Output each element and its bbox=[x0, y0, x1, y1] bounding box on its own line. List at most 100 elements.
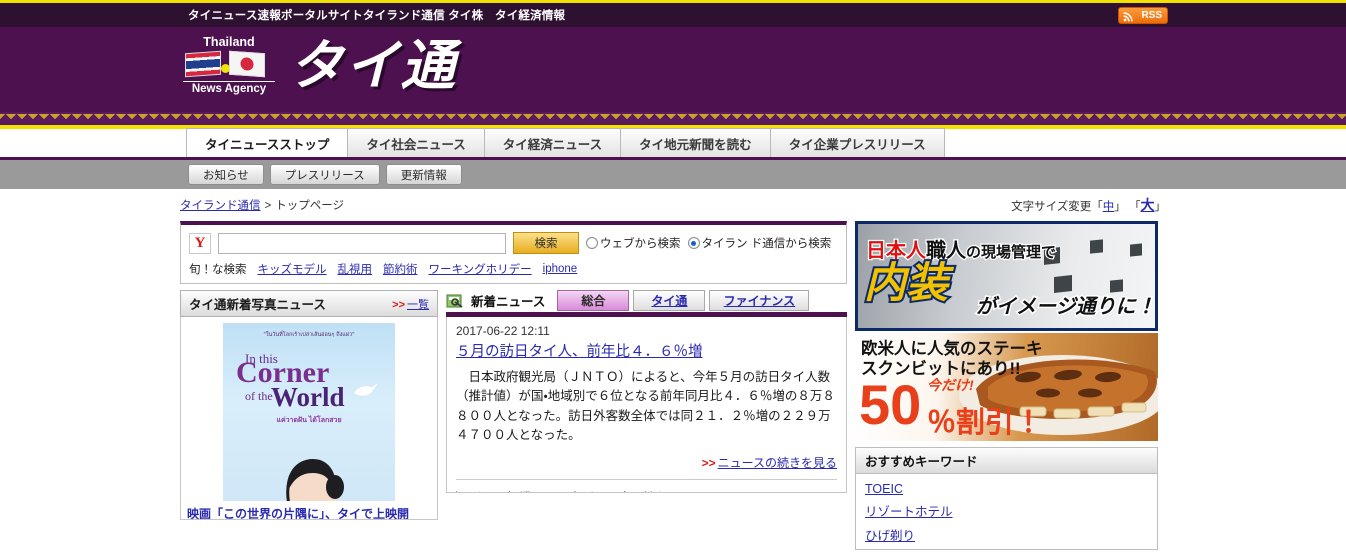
article-headline-link[interactable]: ５月の訪日タイ人、前年比４．６％増 bbox=[456, 340, 837, 361]
latest-news-panel: 新着ニュース 総合 タイ通 ファイナンス 2017-06-22 12:11 ５月… bbox=[446, 290, 847, 520]
content-columns: Y 検索 ウェブから検索 タイラン ド通信から検索 旬！な検索 キッズモデル 乱… bbox=[180, 221, 1166, 550]
search-scope-web-label: ウェブから検索 bbox=[600, 238, 681, 250]
right-column: 日本人職人の現場管理で 内装 がイメージ通りに！ 欧米人に人気のステーキ スクン… bbox=[855, 221, 1158, 550]
poster-thai-top: "ในวันที่โลกเร้าเปล่าเส้นอ่อนๆ ถึงแผ่ว" bbox=[263, 332, 355, 338]
quote-close-1: 」 bbox=[1114, 201, 1126, 213]
nav-tab-3[interactable]: タイ地元新聞を読む bbox=[620, 128, 771, 157]
hot-keyword-4[interactable]: iphone bbox=[543, 263, 578, 275]
font-size-medium-link[interactable]: 中 bbox=[1103, 201, 1115, 213]
subnav-button-press-release[interactable]: プレスリリース bbox=[269, 164, 380, 185]
radio-web-icon[interactable] bbox=[586, 237, 598, 249]
keyword-link-1[interactable]: リゾートホテル bbox=[865, 501, 1148, 520]
poster-line-4: World bbox=[271, 382, 345, 412]
font-size-control: 文字サイズ変更「中」 「大」 bbox=[1011, 195, 1166, 215]
news-list-item[interactable]: バーツ相場：ドル高バーツ安の流れ bbox=[456, 487, 837, 493]
article-body: 日本政府観光局（ＪＮＴＯ）によると、今年５月の訪日タイ人数（推計値）が国・地域別… bbox=[456, 370, 835, 443]
search-row: Y 検索 ウェブから検索 タイラン ド通信から検索 bbox=[189, 232, 838, 254]
rss-label: RSS bbox=[1141, 10, 1162, 21]
agency-name-bottom: News Agency bbox=[183, 81, 275, 96]
news-divider bbox=[456, 478, 837, 480]
rss-icon bbox=[1123, 12, 1133, 22]
hot-keyword-0[interactable]: キッズモデル bbox=[258, 261, 327, 277]
ad1-line-2: 内装 bbox=[862, 259, 950, 306]
article-more-row: >> ニュースの続きを見る bbox=[456, 454, 837, 471]
latest-news-body: 2017-06-22 12:11 ５月の訪日タイ人、前年比４．６％増 日本政府観… bbox=[446, 317, 847, 493]
search-scope-web[interactable]: ウェブから検索 bbox=[586, 235, 681, 251]
quote-open-1: 「 bbox=[1091, 201, 1103, 213]
article-more-arrows-icon: >> bbox=[701, 455, 716, 470]
nav-tab-4[interactable]: タイ企業プレスリリース bbox=[769, 128, 945, 157]
bullet-triangle-icon bbox=[456, 491, 463, 492]
panels-row: タイ通新着写真ニュース >> 一覧 "ในวันที่โลกเร้าเปล่าเส… bbox=[180, 290, 847, 520]
page-content: タイランド通信 > トップページ 文字サイズ変更「中」 「大」 Y 検索 ウェブから… bbox=[0, 189, 1346, 550]
search-button[interactable]: 検索 bbox=[513, 232, 579, 254]
latest-news-title: 新着ニュース bbox=[471, 295, 546, 309]
ad2-percent-label: ％割引！ bbox=[927, 407, 1044, 439]
nav-tab-0[interactable]: タイニュースストップ bbox=[186, 128, 349, 157]
ad-banner-steak[interactable]: 欧米人に人気のステーキ スクンビットにあり!! 50 今だけ! ％割引！ bbox=[855, 333, 1158, 441]
subnav-button-updates[interactable]: 更新情報 bbox=[385, 164, 462, 185]
hot-keyword-3[interactable]: ワーキングホリデー bbox=[429, 261, 532, 277]
site-logo[interactable]: Thailand News Agency タイ通 bbox=[183, 35, 457, 97]
main-navigation: タイニュースストップ タイ社会ニュース タイ経済ニュース タイ地元新聞を読む タ… bbox=[0, 128, 1346, 160]
font-size-large-link[interactable]: 大 bbox=[1141, 197, 1155, 213]
news-list-item-label: バーツ相場：ドル高バーツ安の流れ bbox=[469, 487, 669, 493]
quote-open-2: 「 bbox=[1129, 201, 1141, 213]
newspaper-icon bbox=[446, 294, 463, 308]
thailand-flag-icon bbox=[185, 51, 221, 78]
search-scope-site[interactable]: タイラン ド通信から検索 bbox=[687, 235, 831, 251]
flags-group bbox=[183, 50, 275, 80]
movie-poster-image[interactable]: "ในวันที่โลกเร้าเปล่าเส้นอ่อนๆ ถึงแผ่ว" … bbox=[223, 323, 395, 501]
quote-close-2: 」 bbox=[1154, 201, 1167, 213]
news-tab-taitsu[interactable]: タイ通 bbox=[633, 290, 706, 311]
breadcrumb-root-link[interactable]: タイランド通信 bbox=[180, 200, 261, 212]
hot-keyword-1[interactable]: 乱視用 bbox=[338, 261, 373, 277]
recommended-keywords-box: おすすめキーワード TOEIC リゾートホテル ひげ剃り bbox=[855, 447, 1158, 550]
photo-news-panel: タイ通新着写真ニュース >> 一覧 "ในวันที่โลกเร้าเปล่าเส… bbox=[180, 290, 438, 520]
recommended-keywords-list: TOEIC リゾートホテル ひげ剃り bbox=[856, 474, 1157, 544]
agency-name-top: Thailand bbox=[203, 35, 255, 49]
breadcrumb-separator: > bbox=[264, 200, 272, 212]
photo-news-caption[interactable]: 映画「この世界の片隅に」、タイで上映開 bbox=[187, 505, 431, 519]
top-utility-bar: タイニュース速報ポータルサイトタイランド通信 タイ株 タイ経済情報 RSS bbox=[0, 0, 1346, 27]
keyword-link-2[interactable]: ひげ剃り bbox=[865, 525, 1148, 544]
ad2-badge: 今だけ! bbox=[927, 377, 974, 393]
breadcrumb: タイランド通信 > トップページ bbox=[180, 197, 344, 213]
hot-keywords-label: 旬！な検索 bbox=[189, 264, 247, 276]
thai-pattern-band bbox=[0, 112, 1346, 129]
search-input[interactable] bbox=[218, 232, 506, 254]
ad-banner-interior[interactable]: 日本人職人の現場管理で 内装 がイメージ通りに！ bbox=[855, 221, 1158, 331]
photo-news-more[interactable]: >> 一覧 bbox=[392, 296, 429, 312]
ad1-line-1-small: の現場管理で bbox=[965, 243, 1058, 263]
poster-line-3: of the bbox=[245, 389, 273, 403]
news-tab-general[interactable]: 総合 bbox=[557, 290, 630, 311]
nav-tab-2[interactable]: タイ経済ニュース bbox=[483, 128, 622, 157]
poster-thai-bottom: แค่วาดฝัน ได้โลกสวย bbox=[276, 417, 342, 424]
ad2-line-1: 欧米人に人気のステーキ bbox=[861, 340, 1043, 358]
hot-keyword-2[interactable]: 節約術 bbox=[383, 261, 418, 277]
photo-news-title: タイ通新着写真ニュース bbox=[189, 298, 326, 312]
keyword-link-0[interactable]: TOEIC bbox=[865, 482, 1148, 496]
agency-name-block: Thailand News Agency bbox=[183, 35, 275, 97]
photo-news-body: "ในวันที่โลกเร้าเปล่าเส้นอ่อนๆ ถึงแผ่ว" … bbox=[180, 317, 438, 520]
logo-wordmark: タイ通 bbox=[289, 35, 457, 96]
photo-news-more-link[interactable]: 一覧 bbox=[407, 299, 429, 311]
rss-button[interactable]: RSS bbox=[1118, 7, 1168, 24]
hot-keywords-row: 旬！な検索 キッズモデル 乱視用 節約術 ワーキングホリデー iphone bbox=[189, 261, 838, 277]
recommended-keywords-title: おすすめキーワード bbox=[856, 448, 1157, 474]
ad2-discount-number: 50 bbox=[859, 373, 922, 436]
breadcrumb-row: タイランド通信 > トップページ 文字サイズ変更「中」 「大」 bbox=[180, 189, 1166, 221]
bird-icon bbox=[352, 381, 380, 397]
left-column: Y 検索 ウェブから検索 タイラン ド通信から検索 旬！な検索 キッズモデル 乱… bbox=[180, 221, 847, 550]
nav-tab-1[interactable]: タイ社会ニュース bbox=[347, 128, 485, 157]
masthead: Thailand News Agency タイ通 bbox=[0, 27, 1346, 112]
breadcrumb-current: トップページ bbox=[275, 200, 344, 212]
yahoo-icon: Y bbox=[189, 232, 211, 254]
subnav-button-announcements[interactable]: お知らせ bbox=[188, 164, 264, 185]
radio-site-icon[interactable] bbox=[687, 237, 700, 249]
sub-navigation: お知らせ プレスリリース 更新情報 bbox=[0, 160, 1346, 189]
article-date: 2017-06-22 12:11 bbox=[456, 324, 550, 338]
article-more-link[interactable]: ニュースの続きを見る bbox=[718, 456, 837, 470]
news-tab-finance[interactable]: ファイナンス bbox=[709, 290, 810, 311]
search-box: Y 検索 ウェブから検索 タイラン ド通信から検索 旬！な検索 キッズモデル 乱… bbox=[180, 221, 847, 284]
